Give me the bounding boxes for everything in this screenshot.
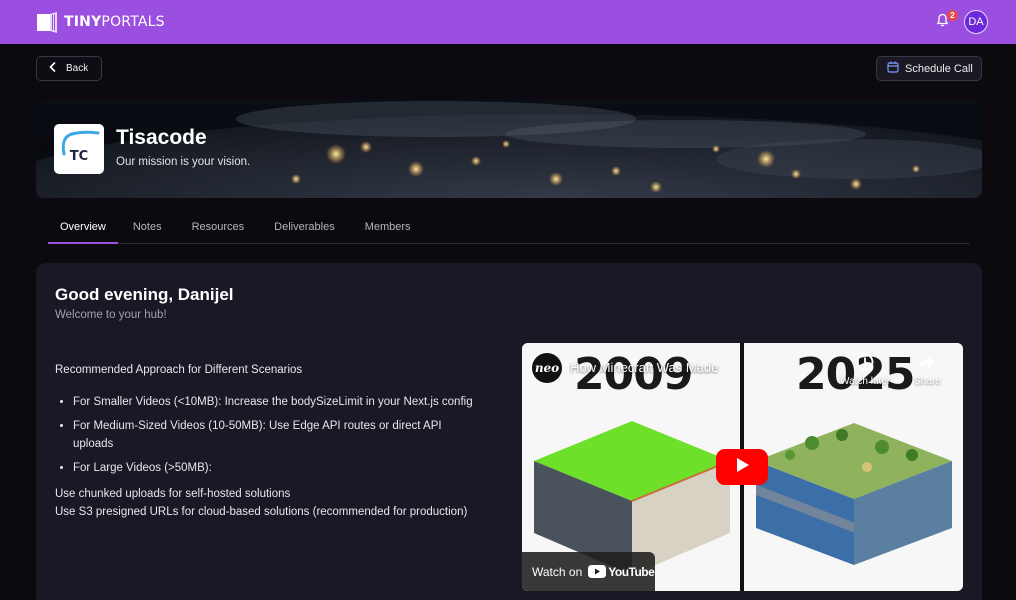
play-icon <box>734 457 750 478</box>
brand-bold: TINY <box>64 14 102 30</box>
topbar-actions: 2 DA <box>930 10 988 34</box>
clock-icon <box>856 353 874 374</box>
overview-content: Recommended Approach for Different Scena… <box>55 361 475 521</box>
company-banner: TC Tisacode Our mission is your vision. <box>36 99 982 198</box>
back-button[interactable]: Back <box>36 56 102 81</box>
share-label: Share <box>914 376 941 387</box>
list-item: For Medium-Sized Videos (10-50MB): Use E… <box>73 417 475 453</box>
greeting-title: Good evening, Danijel <box>55 285 234 304</box>
chevron-left-icon <box>49 62 56 75</box>
brand-light: PORTALS <box>101 14 165 30</box>
share-button[interactable]: Share <box>914 353 941 387</box>
content-line: Use chunked uploads for self-hosted solu… <box>55 488 291 500</box>
company-logo-text: TC <box>69 149 89 164</box>
back-label: Back <box>66 63 89 74</box>
tab-overview[interactable]: Overview <box>48 216 118 244</box>
list-item: For Smaller Videos (<10MB): Increase the… <box>73 393 475 411</box>
content-heading: Recommended Approach for Different Scena… <box>55 364 303 376</box>
play-button[interactable] <box>716 449 768 485</box>
schedule-call-button[interactable]: Schedule Call <box>876 56 982 81</box>
share-icon <box>918 353 936 374</box>
logo-icon <box>36 11 58 33</box>
brand-name: TINYPORTALS <box>64 14 165 30</box>
watch-later-button[interactable]: Watch later <box>840 353 890 387</box>
calendar-icon <box>887 61 899 76</box>
tab-notes[interactable]: Notes <box>118 216 177 244</box>
top-bar: TINYPORTALS 2 DA <box>0 0 1016 44</box>
company-logo: TC <box>54 124 104 174</box>
user-avatar[interactable]: DA <box>964 10 988 34</box>
welcome-subtitle: Welcome to your hub! <box>55 309 167 321</box>
watch-later-label: Watch later <box>840 376 891 387</box>
company-tagline: Our mission is your vision. <box>116 156 251 168</box>
tab-deliverables[interactable]: Deliverables <box>259 216 350 244</box>
tab-members[interactable]: Members <box>350 216 426 244</box>
watch-on-youtube-button[interactable]: Watch on YouTube <box>522 552 655 591</box>
notifications-button[interactable]: 2 <box>930 10 958 34</box>
tab-resources[interactable]: Resources <box>177 216 260 244</box>
youtube-icon <box>588 565 607 578</box>
schedule-call-label: Schedule Call <box>905 62 973 75</box>
app-logo[interactable]: TINYPORTALS <box>36 11 165 33</box>
youtube-logo: YouTube <box>588 564 655 579</box>
hub-tabs: Overview Notes Resources Deliverables Me… <box>48 216 970 244</box>
notification-badge: 2 <box>947 10 958 21</box>
youtube-embed[interactable]: 2009 2025 neo How Minecraft Was Made Wat… <box>522 343 963 591</box>
video-title[interactable]: How Minecraft Was Made <box>570 360 718 375</box>
list-item: For Large Videos (>50MB): <box>73 459 475 477</box>
overview-card: Good evening, Danijel Welcome to your hu… <box>36 263 982 600</box>
channel-avatar[interactable]: neo <box>532 353 562 383</box>
approach-list: For Smaller Videos (<10MB): Increase the… <box>73 393 475 477</box>
watch-on-label: Watch on <box>532 564 583 579</box>
content-line: Use S3 presigned URLs for cloud-based so… <box>55 506 468 518</box>
company-name: Tisacode <box>116 126 207 149</box>
youtube-wordmark: YouTube <box>608 564 655 579</box>
